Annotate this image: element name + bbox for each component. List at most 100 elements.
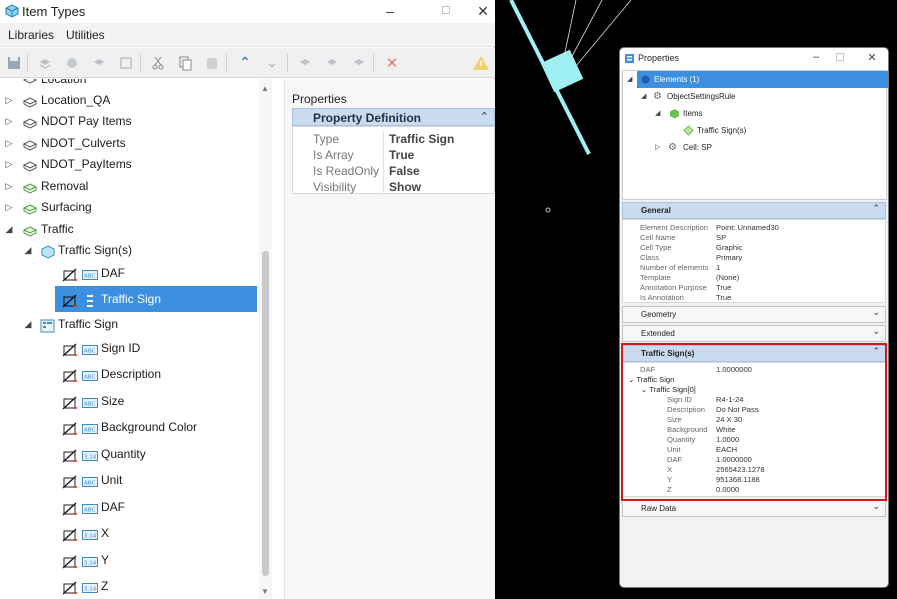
menu-bar: Libraries Utilities: [0, 23, 495, 47]
library-icon: [22, 136, 38, 151]
move-down-icon[interactable]: ⌄: [263, 54, 281, 72]
collapse-icon[interactable]: ⌄: [641, 385, 647, 394]
delete-icon[interactable]: ✕: [383, 54, 401, 72]
section-general-header[interactable]: General ⌃: [622, 202, 886, 219]
hidden-property-icon: [62, 266, 78, 282]
hidden-property-icon: [62, 367, 78, 383]
struct-property-icon: [82, 292, 98, 307]
number-property-icon: 3.14: [82, 526, 98, 540]
svg-text:ABC: ABC: [84, 481, 95, 487]
prop-row-is-array[interactable]: Is Array True: [293, 147, 496, 163]
properties-app-icon: [625, 54, 634, 63]
section-extended-header[interactable]: Extended ⌄: [622, 325, 886, 342]
traffic-row[interactable]: Unit EACH: [623, 445, 885, 455]
collapse-icon[interactable]: ◢: [3, 217, 15, 241]
expand-icon[interactable]: ▷: [3, 195, 15, 219]
menu-utilities[interactable]: Utilities: [66, 28, 105, 42]
prop-row-type[interactable]: Type Traffic Sign: [293, 131, 496, 147]
general-row[interactable]: Annotation Purpose True: [623, 283, 885, 293]
general-row[interactable]: Number of elements 1: [623, 263, 885, 273]
general-row[interactable]: Cell Name SP: [623, 233, 885, 243]
collapse-icon[interactable]: ◢: [22, 312, 34, 336]
minimize-button[interactable]: –: [806, 51, 826, 63]
section-geometry-header[interactable]: Geometry ⌄: [622, 306, 886, 323]
traffic-daf-row[interactable]: DAF 1.0000000: [623, 365, 885, 375]
add-library-icon[interactable]: [36, 54, 54, 72]
warning-icon[interactable]: [472, 54, 490, 72]
close-button[interactable]: ✕: [472, 0, 494, 22]
traffic-row[interactable]: Y 951368.1188: [623, 475, 885, 485]
general-row[interactable]: Is Annotation True: [623, 293, 885, 302]
elements-icon: [640, 74, 651, 85]
traffic-row[interactable]: Z 0.0000: [623, 485, 885, 495]
expand-icon[interactable]: ▷: [3, 109, 15, 133]
tree-scrollbar[interactable]: ▲ ▼: [259, 79, 272, 599]
maximize-button[interactable]: ☐: [830, 51, 850, 64]
text-property-icon: ABC: [82, 367, 98, 381]
save-icon[interactable]: [5, 54, 23, 72]
chevron-up-icon[interactable]: ⌃: [480, 110, 489, 123]
traffic-row[interactable]: DAF 1.0000000: [623, 455, 885, 465]
add-property-icon[interactable]: [90, 54, 108, 72]
tree-items[interactable]: ◢ Items: [623, 105, 885, 122]
property-definition-header[interactable]: Property Definition ⌃: [292, 108, 495, 126]
paste-icon[interactable]: [203, 54, 221, 72]
item-types-window: Item Types – ☐ ✕ Libraries Utilities ⌃ ⌄…: [0, 0, 495, 599]
section-raw-data-header[interactable]: Raw Data ⌄: [622, 500, 886, 517]
tree-cell-sp[interactable]: ▷ ⚙ Cell: SP: [623, 139, 885, 156]
collapse-icon[interactable]: ◢: [641, 88, 646, 105]
move-up-icon[interactable]: ⌃: [236, 54, 254, 72]
general-row[interactable]: Class Primary: [623, 253, 885, 263]
maximize-button[interactable]: ☐: [431, 0, 461, 22]
collapse-icon[interactable]: ⌄: [628, 375, 634, 384]
prop-row-visibility[interactable]: Visibility Show: [293, 179, 496, 195]
expand-icon[interactable]: ▷: [3, 152, 15, 176]
tree-elements[interactable]: ◢ Elements (1): [623, 71, 885, 88]
close-button[interactable]: ✕: [862, 51, 882, 64]
tree-object-settings-rule[interactable]: ◢ ⚙ ObjectSettingsRule: [623, 88, 885, 105]
scrollbar-thumb[interactable]: [262, 251, 269, 576]
chevron-down-icon[interactable]: ⌄: [872, 501, 880, 512]
properties-window-title: Properties: [638, 53, 680, 63]
hidden-property-icon: [62, 553, 78, 569]
collapse-icon[interactable]: ◢: [655, 105, 660, 122]
detach-icon[interactable]: [323, 54, 341, 72]
general-row[interactable]: Element Description Point: Unnamed30: [623, 223, 885, 233]
chevron-down-icon[interactable]: ⌄: [872, 326, 880, 337]
minimize-button[interactable]: –: [375, 0, 405, 22]
copy-icon[interactable]: [176, 54, 194, 72]
traffic-sign-group[interactable]: ⌄ Traffic Sign: [628, 375, 674, 385]
section-traffic-signs-header[interactable]: Traffic Sign(s) ⌃: [622, 345, 886, 362]
tree-item-traffic-signs[interactable]: Traffic Sign(s): [623, 122, 885, 139]
traffic-row[interactable]: Size 24 X 30: [623, 415, 885, 425]
collapse-icon[interactable]: ◢: [627, 71, 632, 88]
traffic-row[interactable]: X 2565423.1278: [623, 465, 885, 475]
traffic-row[interactable]: Description Do Not Pass: [623, 405, 885, 415]
prop-row-is-readonly[interactable]: Is ReadOnly False: [293, 163, 496, 179]
toolbar-separator: [27, 54, 28, 72]
text-property-icon: ABC: [82, 266, 98, 280]
chevron-up-icon[interactable]: ⌃: [872, 346, 880, 357]
traffic-row[interactable]: Background White: [623, 425, 885, 435]
scroll-up-arrow-icon[interactable]: ▲: [261, 84, 269, 93]
import-icon[interactable]: [117, 54, 135, 72]
scroll-down-arrow-icon[interactable]: ▼: [261, 587, 269, 596]
traffic-row[interactable]: Quantity 1.0000: [623, 435, 885, 445]
expand-icon[interactable]: ▷: [655, 139, 660, 156]
general-row[interactable]: Template (None): [623, 273, 885, 283]
chevron-down-icon[interactable]: ⌄: [872, 307, 880, 318]
collapse-icon[interactable]: ◢: [22, 238, 34, 262]
general-row[interactable]: Cell Type Graphic: [623, 243, 885, 253]
traffic-row[interactable]: Sign ID R4-1-24: [623, 395, 885, 405]
cell-shape[interactable]: [540, 49, 584, 93]
rename-icon[interactable]: [350, 54, 368, 72]
menu-libraries[interactable]: Libraries: [8, 28, 54, 42]
library-icon: [22, 93, 38, 108]
chevron-up-icon[interactable]: ⌃: [872, 203, 880, 214]
add-item-type-icon[interactable]: [63, 54, 81, 72]
svg-text:ABC: ABC: [84, 508, 95, 514]
traffic-sign-subgroup[interactable]: ⌄ Traffic Sign[0]: [641, 385, 696, 395]
cut-icon[interactable]: [149, 54, 167, 72]
attach-icon[interactable]: [296, 54, 314, 72]
number-property-icon: 3.14: [82, 447, 98, 461]
